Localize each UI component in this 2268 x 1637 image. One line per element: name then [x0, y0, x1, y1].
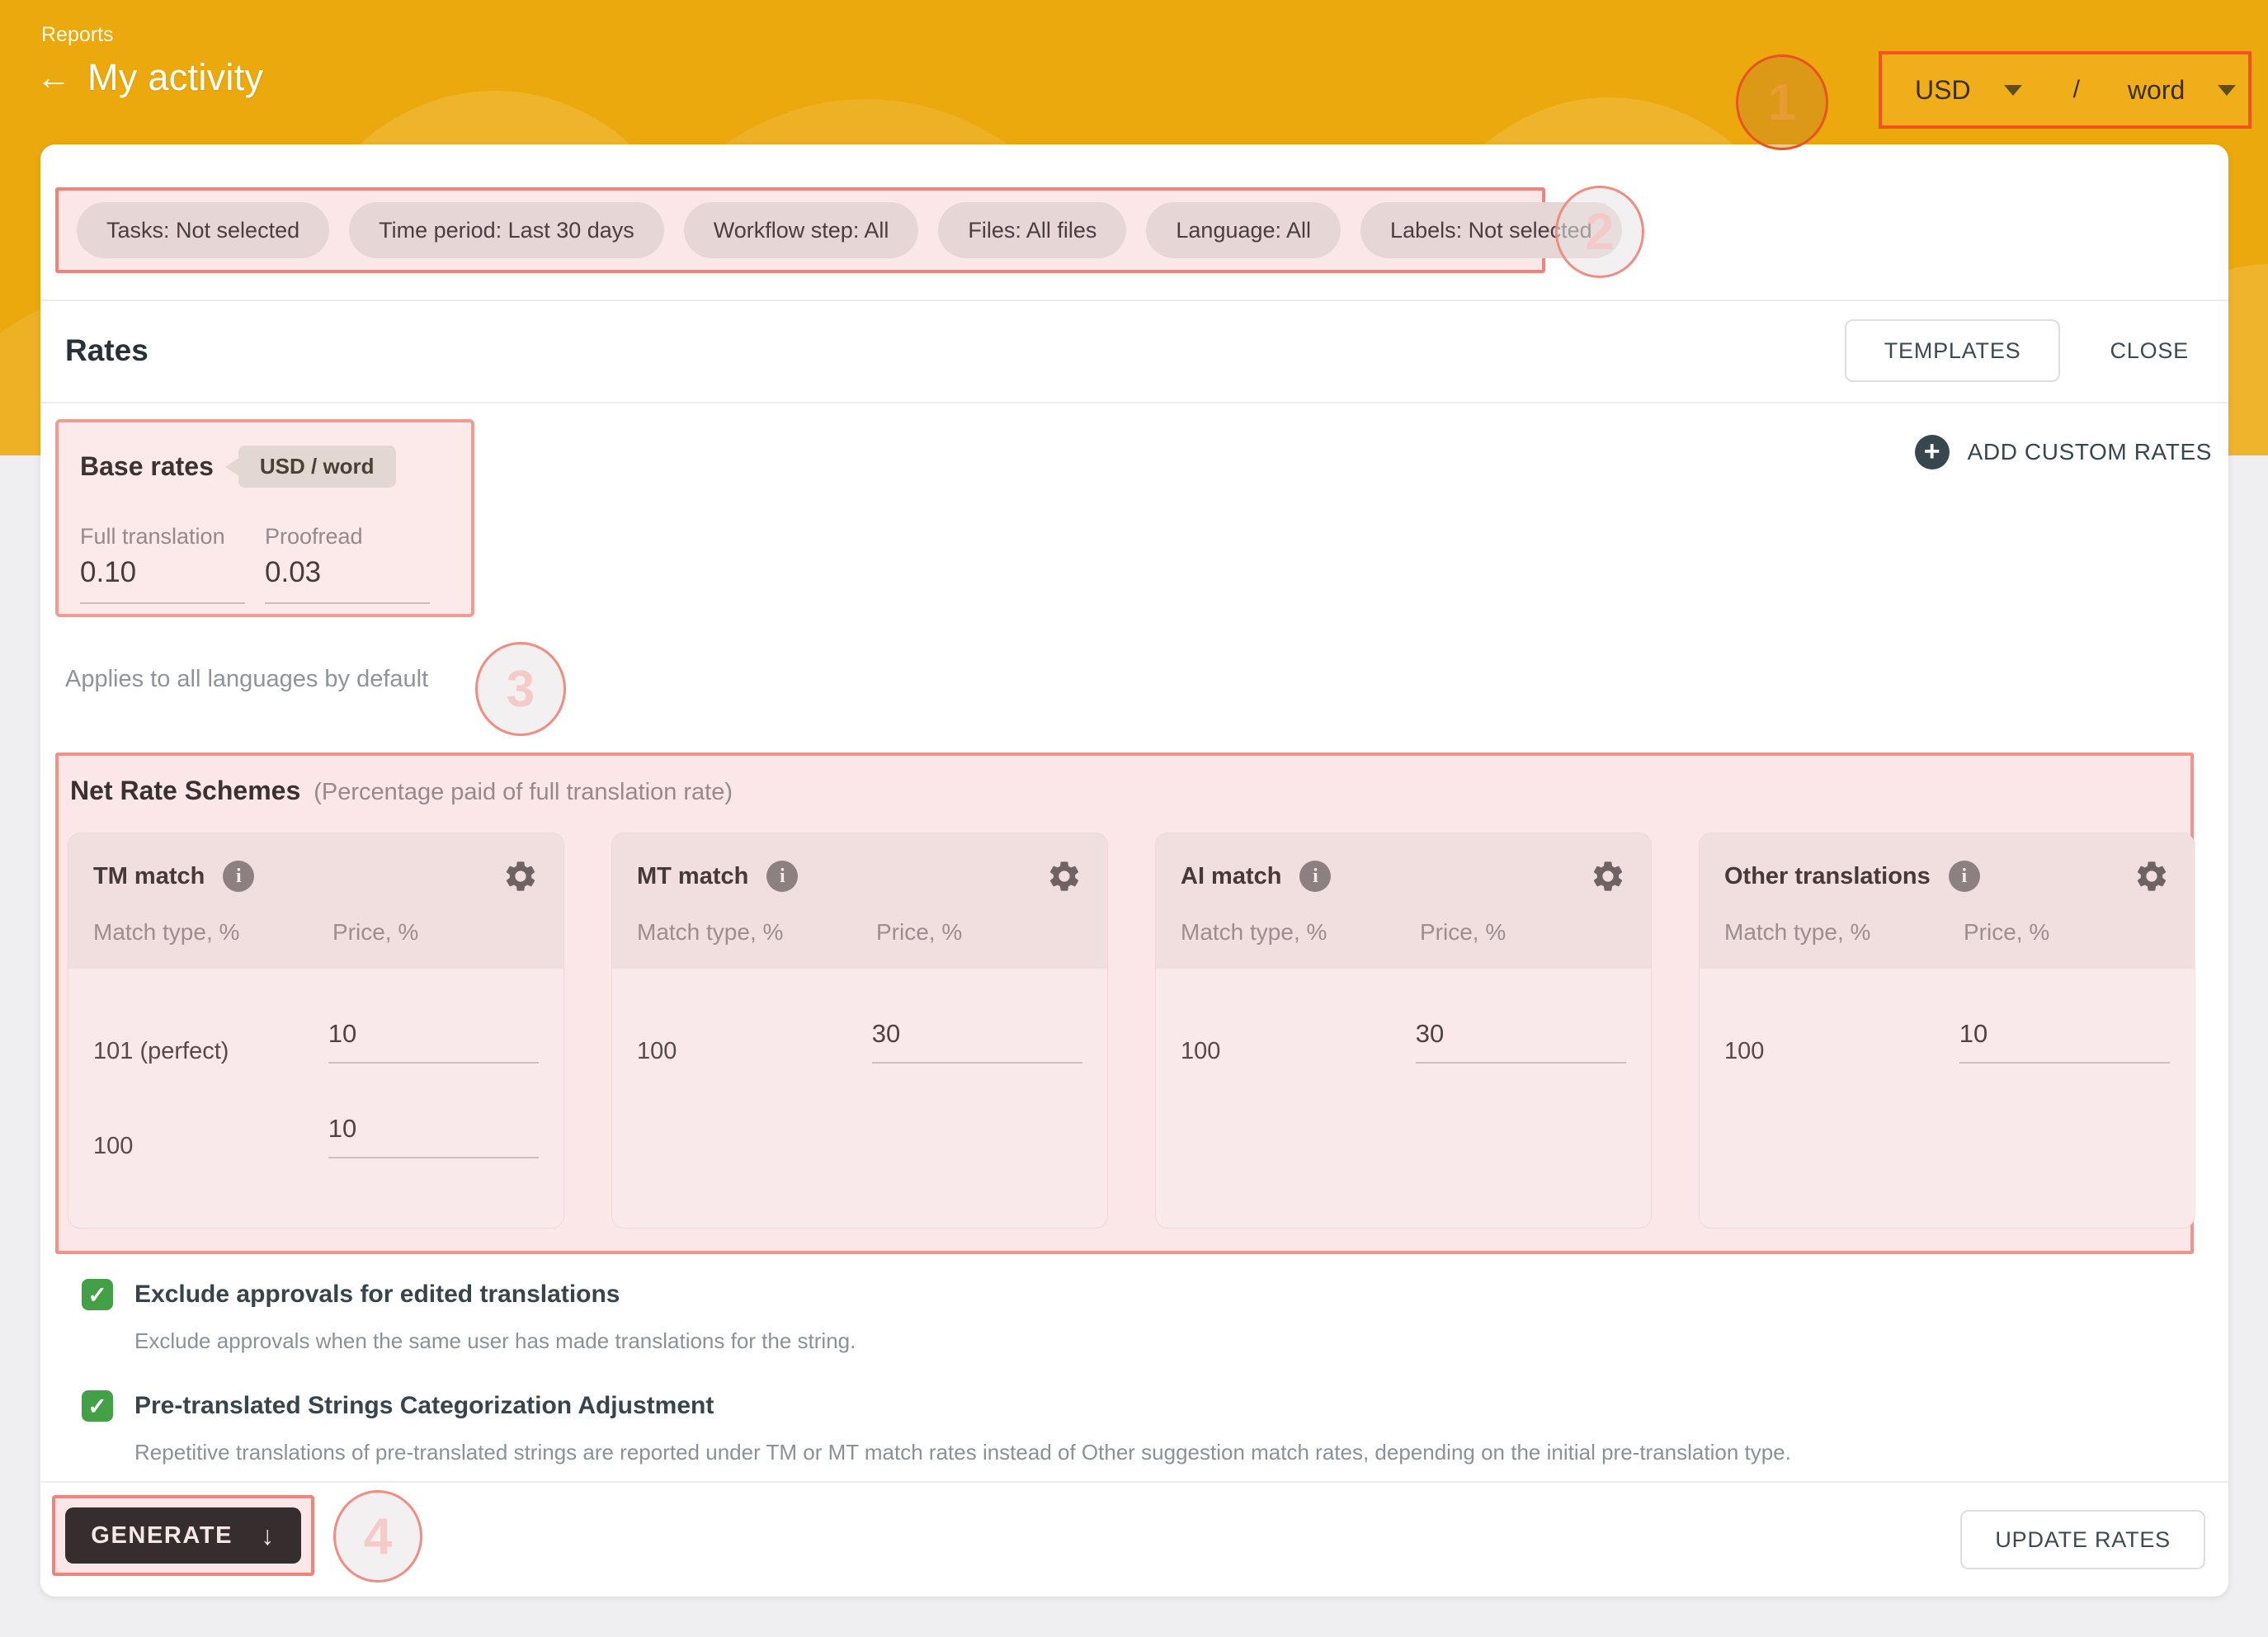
generate-button[interactable]: GENERATE ↓: [65, 1507, 301, 1564]
option-label: Pre-translated Strings Categorization Ad…: [134, 1392, 714, 1420]
price-column-label: Price, %: [1420, 919, 1506, 946]
rate-row: 100 30: [637, 1017, 1082, 1065]
report-settings-card: Tasks: Not selected Time period: Last 30…: [40, 144, 2228, 1597]
divider: [40, 1481, 2228, 1483]
add-custom-rates-label: ADD CUSTOM RATES: [1968, 439, 2212, 465]
filter-chip-time-period[interactable]: Time period: Last 30 days: [349, 202, 664, 258]
filters-highlight-box: Tasks: Not selected Time period: Last 30…: [55, 187, 1545, 273]
match-type-value: 100: [93, 1111, 328, 1160]
match-type-value: 100: [637, 1017, 872, 1065]
tm-match-card: TM match Match type, % Price, % 101 (per…: [68, 833, 563, 1228]
match-type-column-label: Match type, %: [637, 919, 876, 946]
info-icon[interactable]: [766, 861, 798, 892]
match-type-column-label: Match type, %: [1724, 919, 1964, 946]
step-badge-3-number: 3: [507, 660, 535, 719]
price-column-label: Price, %: [332, 919, 418, 946]
rates-section-title: Rates: [65, 333, 149, 368]
mt-match-card: MT match Match type, % Price, % 100: [612, 833, 1107, 1228]
base-rates-highlight-box: Base rates USD / word Full translation 0…: [55, 419, 474, 617]
add-custom-rates-button[interactable]: ADD CUSTOM RATES: [1915, 435, 2212, 469]
step-badge-4-number: 4: [364, 1507, 392, 1566]
base-rates-unit-badge: USD / word: [238, 446, 396, 488]
unit-value: word: [2128, 75, 2185, 106]
mt-match-title: MT match: [637, 863, 748, 890]
rate-row: 100 10: [1724, 1017, 2170, 1065]
currency-dropdown[interactable]: USD: [1915, 75, 2022, 106]
filter-chip-tasks[interactable]: Tasks: Not selected: [77, 202, 329, 258]
filter-chip-workflow-step[interactable]: Workflow step: All: [684, 202, 919, 258]
price-input[interactable]: 10: [328, 1114, 539, 1158]
page-title: My activity: [87, 56, 263, 99]
filter-chip-language[interactable]: Language: All: [1146, 202, 1341, 258]
info-icon[interactable]: [1949, 861, 1980, 892]
ai-match-title: AI match: [1181, 863, 1281, 890]
base-rates-title: Base rates: [80, 451, 214, 482]
proofread-rate-input[interactable]: 0.03: [265, 556, 430, 604]
option-description: Exclude approvals when the same user has…: [134, 1328, 2195, 1354]
price-input[interactable]: 30: [872, 1019, 1082, 1064]
option-description: Repetitive translations of pre-translate…: [134, 1440, 2195, 1465]
match-type-column-label: Match type, %: [1181, 919, 1420, 946]
net-rate-schemes-title: Net Rate Schemes: [70, 776, 300, 806]
gear-icon[interactable]: [2134, 858, 2170, 894]
unit-dropdown[interactable]: word: [2128, 75, 2236, 106]
base-rates-note: Applies to all languages by default: [65, 666, 428, 693]
divider: [40, 402, 2228, 403]
match-type-column-label: Match type, %: [93, 919, 332, 946]
price-input[interactable]: 10: [328, 1019, 539, 1064]
update-rates-button[interactable]: UPDATE RATES: [1960, 1510, 2205, 1569]
gear-icon[interactable]: [502, 858, 539, 894]
net-rate-schemes-subtitle: (Percentage paid of full translation rat…: [314, 779, 733, 806]
breadcrumb[interactable]: Reports: [41, 23, 114, 47]
currency-unit-selector: USD / word: [1879, 51, 2251, 129]
filter-chip-files[interactable]: Files: All files: [938, 202, 1126, 258]
currency-value: USD: [1915, 75, 1971, 106]
rate-row: 100 30: [1181, 1017, 1626, 1065]
price-input[interactable]: 30: [1416, 1019, 1626, 1064]
full-translation-rate-input[interactable]: 0.10: [80, 556, 245, 604]
generate-highlight-box: GENERATE ↓: [52, 1495, 314, 1576]
match-type-value: 100: [1181, 1017, 1416, 1065]
option-pretranslated-adjustment: Pre-translated Strings Categorization Ad…: [82, 1390, 2195, 1465]
price-column-label: Price, %: [1964, 919, 2049, 946]
currency-unit-separator: /: [2073, 76, 2080, 104]
option-exclude-approvals: Exclude approvals for edited translation…: [82, 1279, 2195, 1354]
chevron-down-icon: [2004, 85, 2022, 96]
price-column-label: Price, %: [876, 919, 962, 946]
step-badge-3: 3: [475, 642, 566, 736]
rate-row: 101 (perfect) 10: [93, 1017, 539, 1065]
checkbox-checked-icon[interactable]: [82, 1390, 113, 1422]
step-badge-4: 4: [333, 1490, 422, 1583]
checkbox-checked-icon[interactable]: [82, 1279, 113, 1310]
templates-button[interactable]: TEMPLATES: [1845, 319, 2061, 382]
other-translations-title: Other translations: [1724, 863, 1931, 890]
download-arrow-icon: ↓: [261, 1521, 276, 1551]
ai-match-card: AI match Match type, % Price, % 100: [1156, 833, 1651, 1228]
match-type-value: 100: [1724, 1017, 1959, 1065]
gear-icon[interactable]: [1046, 858, 1082, 894]
info-icon[interactable]: [223, 861, 254, 892]
full-translation-label: Full translation: [80, 524, 265, 550]
gear-icon[interactable]: [1590, 858, 1626, 894]
chevron-down-icon: [2218, 85, 2236, 96]
other-translations-card: Other translations Match type, % Price, …: [1700, 833, 2195, 1228]
back-arrow-icon[interactable]: ←: [36, 60, 71, 95]
generate-button-label: GENERATE: [91, 1522, 233, 1550]
price-input[interactable]: 10: [1959, 1019, 2170, 1064]
proofread-label: Proofread: [265, 524, 450, 550]
net-rate-schemes-highlight-box: Net Rate Schemes (Percentage paid of ful…: [55, 752, 2194, 1254]
option-label: Exclude approvals for edited translation…: [134, 1281, 620, 1309]
tm-match-title: TM match: [93, 863, 205, 890]
close-button[interactable]: CLOSE: [2095, 319, 2204, 382]
match-type-value: 101 (perfect): [93, 1017, 328, 1065]
plus-icon: [1915, 435, 1950, 469]
rate-row: 100 10: [93, 1111, 539, 1160]
info-icon[interactable]: [1299, 861, 1331, 892]
filter-chip-labels[interactable]: Labels: Not selected: [1360, 202, 1622, 258]
